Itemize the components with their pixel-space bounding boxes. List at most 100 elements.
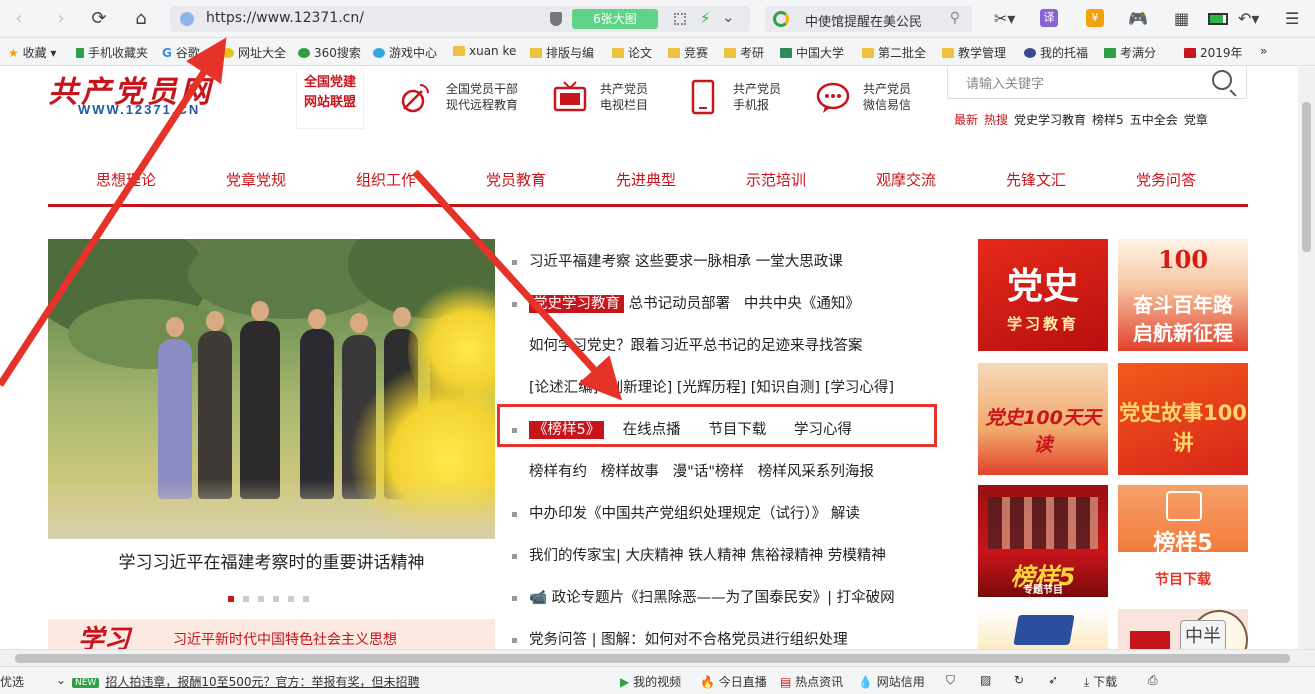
nav-item[interactable]: 先锋文汇 [1006, 169, 1066, 190]
headline-text[interactable]: 招人拍违章，报酬10至500元？官方：举报有奖，但未招聘 [105, 675, 419, 689]
refresh-small-icon[interactable]: ↻ [1014, 673, 1024, 687]
slide-dot[interactable] [288, 596, 294, 602]
bookmark-item[interactable]: 2019年 [1184, 44, 1243, 61]
image-icon[interactable]: ▨ [980, 673, 991, 687]
site-logo[interactable]: 共产党员网 WWW.12371.CN [48, 67, 238, 125]
nav-item[interactable]: 观摩交流 [876, 169, 936, 190]
news-tag[interactable]: 党史学习教育 [529, 295, 624, 313]
slide-caption[interactable]: 学习习近平在福建考察时的重要讲话精神 [48, 539, 495, 589]
translate-icon[interactable]: 译 [1040, 9, 1058, 27]
hot-latest-label[interactable]: 最新 [954, 113, 978, 127]
apps-icon[interactable]: ▦ [1174, 9, 1189, 29]
floating-mascot-widget[interactable]: 中半 [1180, 610, 1258, 649]
tile-100-days[interactable]: 党史100天天读 [978, 363, 1108, 475]
nav-item[interactable]: 党章党规 [226, 169, 286, 190]
news-link[interactable]: 中共中央《通知》 [730, 296, 860, 312]
bookmark-item[interactable]: xuan ke [453, 44, 516, 58]
status-live[interactable]: 🔥 今日直播 [700, 673, 767, 690]
expand-icon[interactable]: ⌄ [56, 673, 66, 687]
printer-icon[interactable]: ⎙ [1148, 673, 1158, 688]
xi-thought-banner[interactable]: 学习 习近平新时代中国特色社会主义思想 [48, 619, 495, 649]
bookmark-item[interactable]: 考满分 [1104, 44, 1156, 61]
bookmark-item[interactable]: 手机收藏夹 [76, 44, 148, 61]
site-search-box[interactable]: 请输入关键字 [947, 67, 1247, 99]
news-text[interactable]: [论述汇编] [创新理论] [光辉历程] [知识自测] [学习心得] [529, 373, 894, 403]
undo-icon[interactable]: ↶▾ [1238, 9, 1259, 29]
hot-item[interactable]: 党史学习教育 [1014, 113, 1086, 127]
rocket-icon[interactable]: ➶ [1048, 673, 1058, 687]
news-item[interactable]: 我们的传家宝| 大庆精神 铁人精神 焦裕禄精神 劳模精神 [512, 541, 952, 571]
status-headline[interactable]: NEW 招人拍违章，报酬10至500元？官方：举报有奖，但未招聘 [72, 673, 420, 690]
bookmark-item[interactable]: 网址大全 [222, 44, 286, 61]
slide-dot[interactable] [303, 596, 309, 602]
refresh-icon[interactable]: ⟳ [88, 8, 110, 30]
status-credit[interactable]: 💧 网站信用 [858, 673, 925, 690]
tile-book[interactable] [978, 609, 1108, 649]
news-text[interactable]: 党务问答 | 图解：如何对不合格党员进行组织处理 [529, 625, 848, 649]
scroll-thumb[interactable] [15, 654, 1290, 663]
bookmark-item[interactable]: G 谷歌 [162, 44, 200, 61]
address-bar[interactable]: https://www.12371.cn/ 6张大图 ⚡ ⌄ [170, 6, 750, 32]
news-item[interactable]: 中办印发《中国共产党组织处理规定（试行）》 解读 [512, 499, 952, 529]
news-text[interactable]: 📹 政论专题片《扫黑除恶——为了国泰民安》| 打伞破网 [529, 583, 895, 613]
horizontal-scrollbar[interactable] [0, 649, 1315, 666]
status-news[interactable]: ▤ 热点资讯 [780, 673, 843, 690]
hot-item[interactable]: 党章 [1184, 113, 1208, 127]
party-site-alliance[interactable]: 全国党建 网站联盟 [296, 71, 364, 129]
news-item[interactable]: 如何学习党史？跟着习近平总书记的足迹来寻找答案 [512, 331, 952, 361]
tile-role-models[interactable]: 榜样5 专题节目 [978, 485, 1108, 597]
nav-item[interactable]: 先进典型 [616, 169, 676, 190]
news-text[interactable]: 习近平福建考察 这些要求一脉相承 一堂大思政课 [529, 247, 843, 277]
nav-item[interactable]: 示范培训 [746, 169, 806, 190]
news-text[interactable]: 如何学习党史？跟着习近平总书记的足迹来寻找答案 [529, 331, 863, 361]
nav-item[interactable]: 组织工作 [356, 169, 416, 190]
slide-dot[interactable] [258, 596, 264, 602]
bookmark-item[interactable]: 考研 [724, 44, 764, 61]
nav-item[interactable]: 党员教育 [486, 169, 546, 190]
scroll-thumb[interactable] [1302, 102, 1311, 252]
apps-grid-icon[interactable] [674, 13, 686, 25]
search-icon[interactable] [1212, 70, 1232, 90]
bookmark-item[interactable]: 排版与编 [530, 44, 594, 61]
back-icon[interactable]: ‹ [8, 8, 30, 30]
news-link[interactable]: 总书记动员部署 [624, 296, 731, 312]
bookmark-item[interactable]: 第二批全 [862, 44, 926, 61]
nav-item[interactable]: 思想理论 [96, 169, 156, 190]
nav-item[interactable]: 党务问答 [1136, 169, 1196, 190]
tile-centenary[interactable]: 100 奋斗百年路 启航新征程 [1118, 239, 1248, 351]
news-text[interactable]: 榜样有约 榜样故事 漫"话"榜样 榜样风采系列海报 [529, 457, 874, 487]
speed-bolt-icon[interactable]: ⚡ [700, 9, 711, 27]
tile-100-stories[interactable]: 党史故事100讲 [1118, 363, 1248, 475]
slide-dot[interactable] [228, 596, 234, 602]
bookmark-item[interactable]: ★ 收藏 ▾ [8, 44, 56, 61]
tile-download[interactable]: 榜样5 节目下载 [1118, 485, 1248, 597]
browser-search[interactable]: 中使馆提醒在美公民 ⚲ [765, 6, 972, 32]
search-icon[interactable]: ⚲ [950, 10, 960, 26]
news-text[interactable]: 我们的传家宝| 大庆精神 铁人精神 焦裕禄精神 劳模精神 [529, 541, 886, 571]
shield-icon[interactable]: ⛉ [946, 673, 955, 688]
bookmark-item[interactable]: 教学管理 [942, 44, 1006, 61]
bookmark-item[interactable]: 游戏中心 [373, 44, 437, 61]
bookmark-item[interactable]: 论文 [612, 44, 652, 61]
featured-photo[interactable] [48, 239, 495, 539]
hot-item[interactable]: 五中全会 [1130, 113, 1178, 127]
browser-search-text[interactable]: 中使馆提醒在美公民 [805, 11, 922, 30]
forward-icon[interactable]: › [50, 8, 72, 30]
status-left-label[interactable]: 优选 [0, 673, 24, 690]
home-icon[interactable]: ⌂ [130, 8, 152, 30]
status-my-video[interactable]: ▶ 我的视频 [620, 673, 681, 690]
address-url[interactable]: https://www.12371.cn/ [206, 10, 364, 26]
scissors-icon[interactable]: ✂▾ [994, 9, 1015, 29]
hot-item[interactable]: 榜样5 [1092, 113, 1124, 127]
news-item[interactable]: 习近平福建考察 这些要求一脉相承 一堂大思政课 [512, 247, 952, 277]
bookmark-item[interactable]: 竞赛 [668, 44, 708, 61]
big-image-button[interactable]: 6张大图 [572, 9, 658, 29]
vertical-scrollbar[interactable] [1298, 67, 1315, 649]
shield-icon[interactable] [550, 12, 562, 26]
search-engine-icon[interactable] [773, 11, 789, 27]
status-download[interactable]: ⤓ 下载 [1084, 673, 1117, 690]
slide-dot[interactable] [273, 596, 279, 602]
news-item[interactable]: 榜样有约 榜样故事 漫"话"榜样 榜样风采系列海报 [512, 457, 952, 487]
hot-hot-label[interactable]: 热搜 [984, 113, 1008, 127]
slide-dot[interactable] [243, 596, 249, 602]
